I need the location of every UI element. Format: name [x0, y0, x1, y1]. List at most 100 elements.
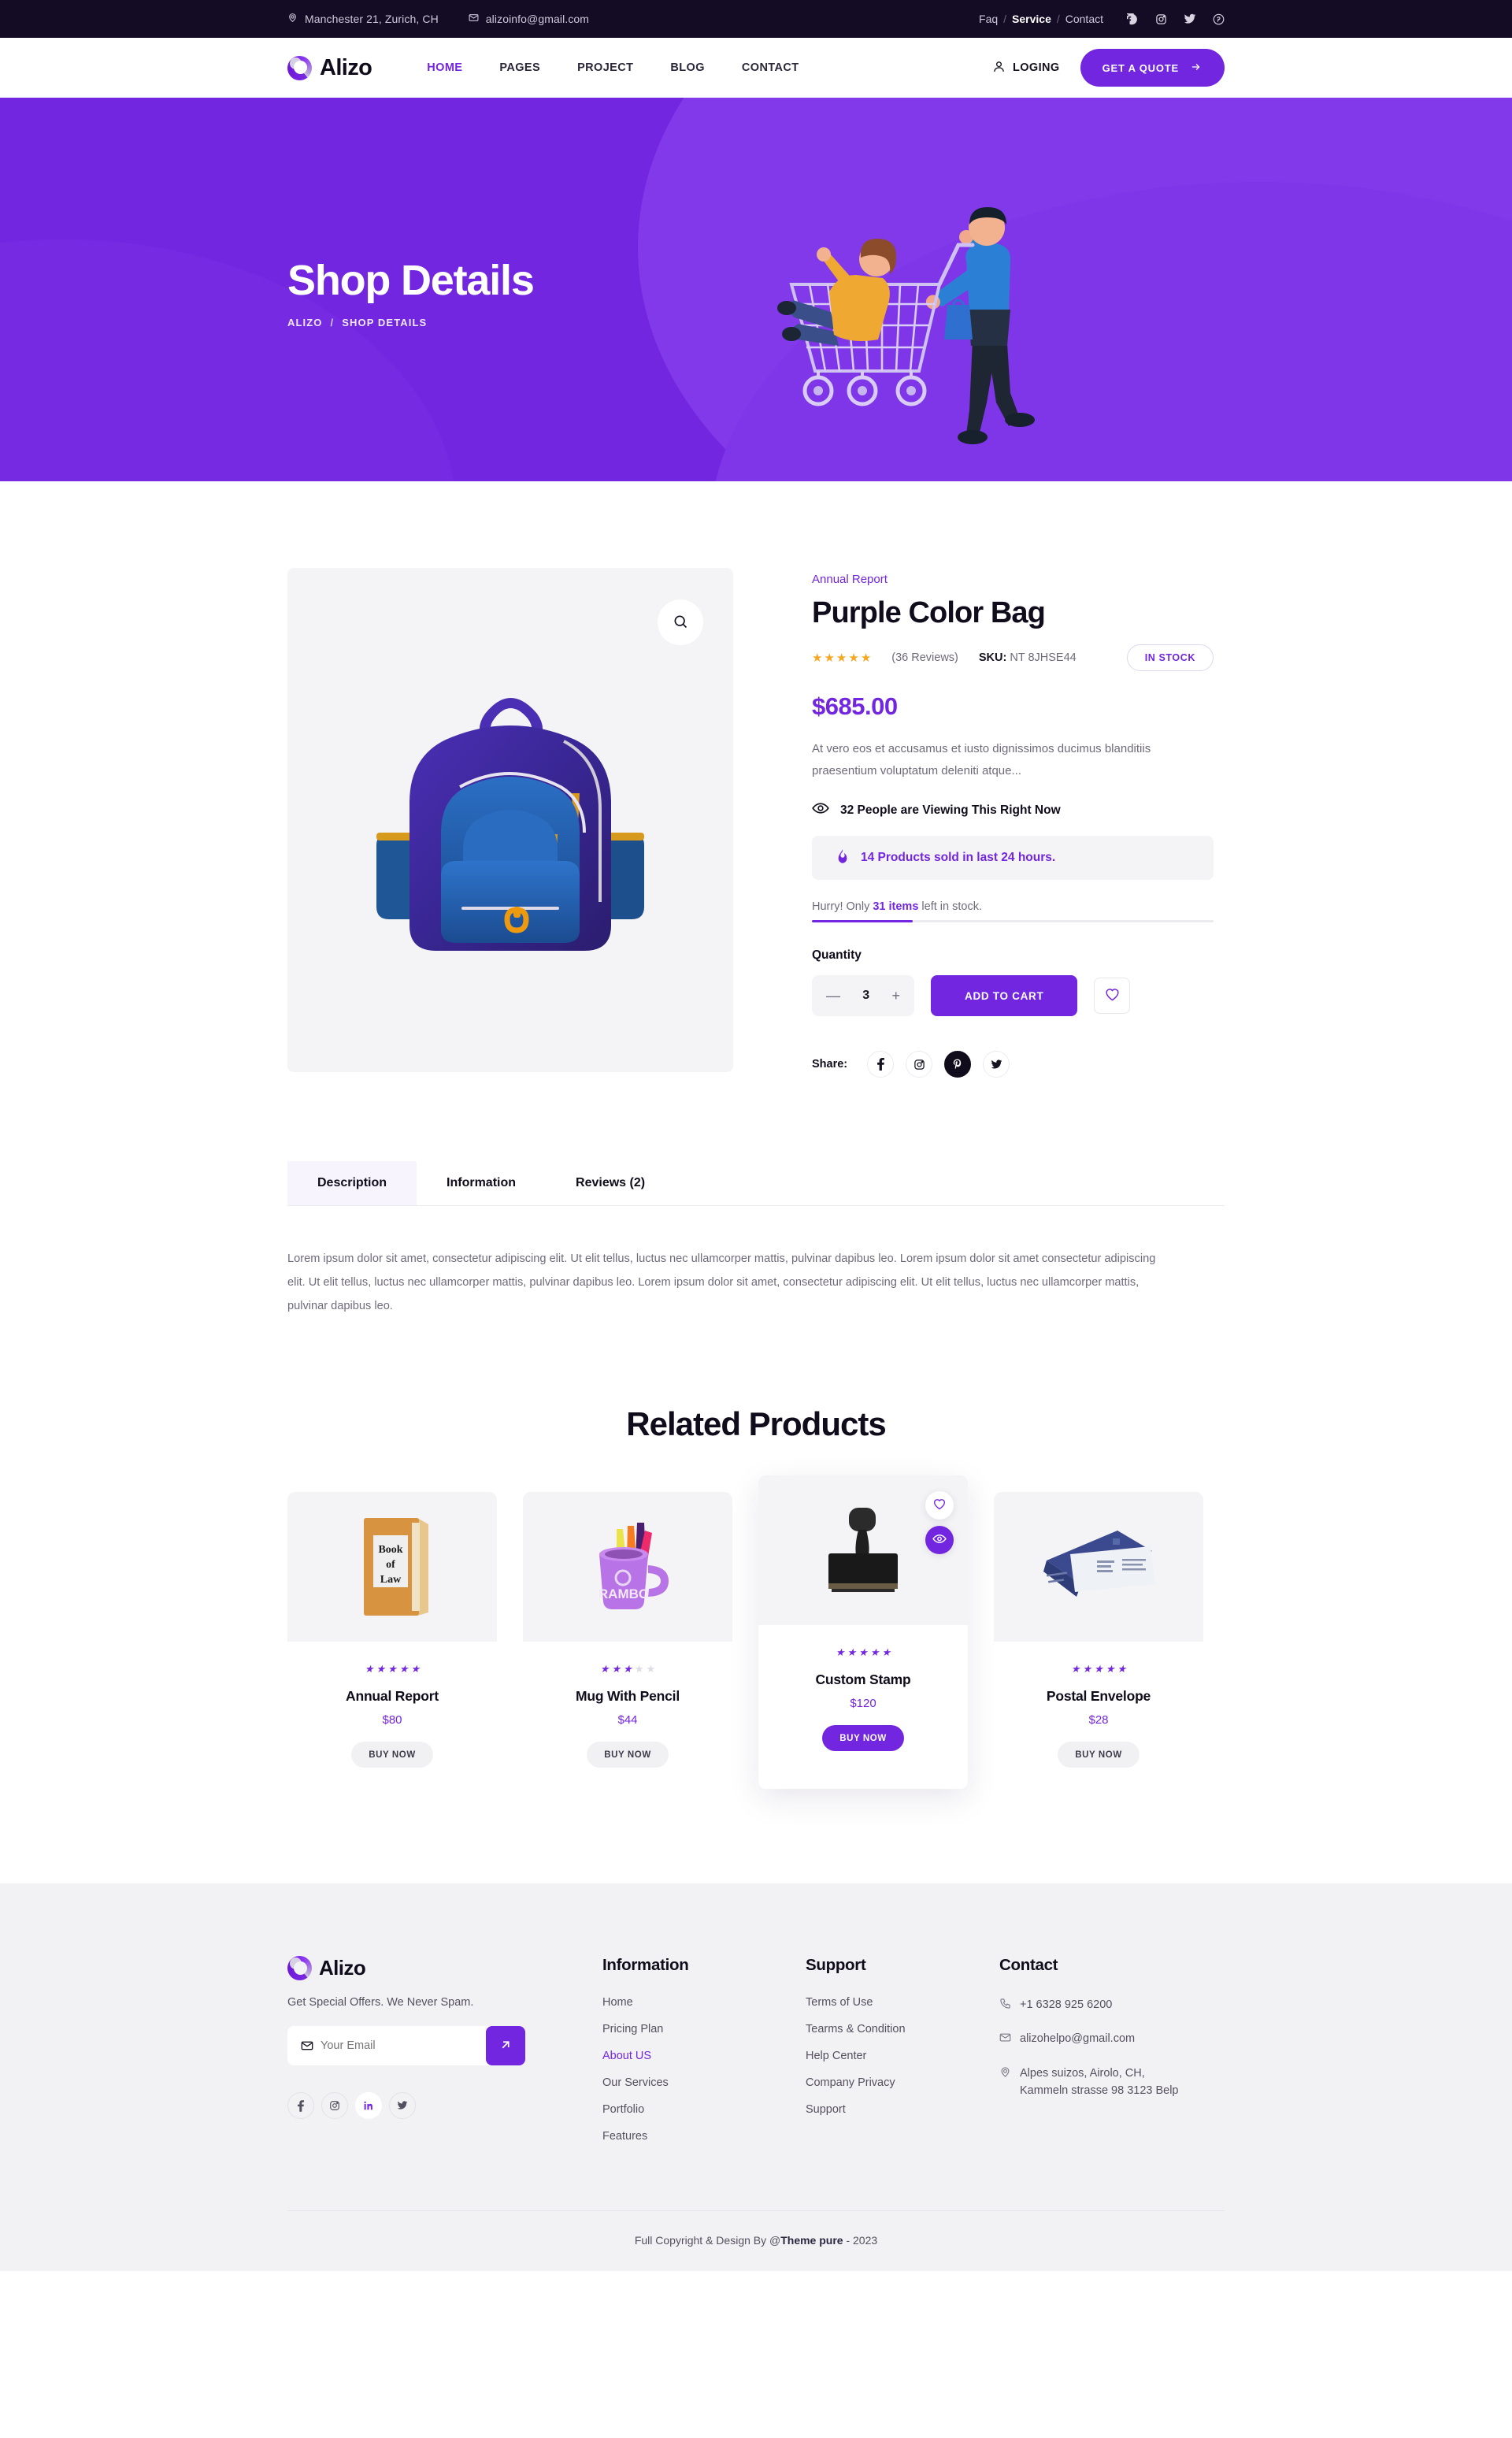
footer-link-support[interactable]: Support: [806, 2103, 999, 2116]
share-instagram-button[interactable]: [906, 1051, 933, 1078]
facebook-icon[interactable]: [287, 2092, 314, 2120]
product-card-name: Mug With Pencil: [576, 1688, 680, 1705]
svg-text:RAMBO: RAMBO: [598, 1586, 649, 1601]
footer-link-help-center[interactable]: Help Center: [806, 2050, 999, 2062]
footer-link-pricing-plan[interactable]: Pricing Plan: [602, 2023, 806, 2035]
logo[interactable]: Alizo: [287, 55, 372, 81]
instagram-icon[interactable]: [321, 2092, 348, 2120]
tab-description[interactable]: Description: [287, 1161, 417, 1206]
footer-address-text: Alpes suizos, Airolo, CH, Kammeln strass…: [1020, 2066, 1179, 2098]
footer-link-our-services[interactable]: Our Services: [602, 2076, 806, 2089]
breadcrumb: ALIZO / SHOP DETAILS: [287, 317, 534, 328]
linkedin-icon[interactable]: [355, 2092, 382, 2120]
footer-link-features[interactable]: Features: [602, 2130, 806, 2143]
product-card-rating: ★ ★ ★ ★ ★: [364, 1663, 421, 1675]
email-input[interactable]: [321, 2039, 462, 2053]
footer-social: [287, 2092, 602, 2120]
copyright-brand[interactable]: Theme pure: [780, 2234, 843, 2247]
footer-contact-phone[interactable]: +1 6328 925 6200: [999, 1996, 1225, 2015]
tab-information[interactable]: Information: [417, 1161, 546, 1205]
top-bar-link-faq[interactable]: Faq: [979, 13, 998, 25]
stock-progress-bar: [812, 920, 1214, 923]
rambo-mug-image: RAMBO: [598, 1523, 669, 1610]
breadcrumb-separator: /: [330, 317, 335, 329]
footer-link-portfolio[interactable]: Portfolio: [602, 2103, 806, 2116]
footer-link-terms-of-use[interactable]: Terms of Use: [806, 1996, 999, 2009]
site-header: Alizo HOME PAGES PROJECT BLOG CONTACT LO…: [0, 38, 1512, 98]
nav-item-contact[interactable]: CONTACT: [742, 61, 799, 74]
top-bar-email[interactable]: alizoinfo@gmail.com: [469, 13, 589, 25]
site-footer: Alizo Get Special Offers. We Never Spam.: [0, 1883, 1512, 2272]
tab-reviews[interactable]: Reviews (2): [546, 1161, 675, 1205]
buy-now-button[interactable]: BUY NOW: [351, 1742, 433, 1768]
nav-item-home[interactable]: HOME: [427, 61, 462, 74]
share-row: Share:: [812, 1051, 1214, 1078]
footer-link-terms-condition[interactable]: Tearms & Condition: [806, 2023, 999, 2035]
wishlist-icon-button[interactable]: [925, 1491, 954, 1520]
product-reviews-count[interactable]: (36 Reviews): [891, 651, 958, 664]
get-a-quote-button[interactable]: GET A QUOTE: [1080, 49, 1225, 87]
status-badge: IN STOCK: [1126, 644, 1214, 671]
product-card[interactable]: RAMBO ★ ★ ★ ★ ★ Mug With Pencil $44 BUY NOW: [523, 1492, 732, 1789]
login-button[interactable]: LOGING: [992, 60, 1060, 76]
footer-link-home[interactable]: Home: [602, 1996, 806, 2009]
products-sold-banner: 14 Products sold in last 24 hours.: [812, 836, 1214, 881]
top-bar-sep-1: /: [1003, 13, 1007, 25]
nav-item-project[interactable]: PROJECT: [577, 61, 633, 74]
nav-item-blog[interactable]: BLOG: [670, 61, 705, 74]
footer-contact-email[interactable]: alizohelpo@gmail.com: [999, 2030, 1225, 2049]
buy-now-button[interactable]: BUY NOW: [822, 1725, 904, 1752]
zoom-image-button[interactable]: [658, 599, 703, 645]
product-card-name: Custom Stamp: [815, 1672, 911, 1688]
quantity-stepper[interactable]: — 3 +: [812, 975, 914, 1017]
quantity-decrease-button[interactable]: —: [826, 988, 840, 1004]
product-info: Annual Report Purple Color Bag ★ ★ ★ ★ ★ (36…: [812, 568, 1214, 1078]
product-category[interactable]: Annual Report: [812, 573, 1214, 586]
svg-text:Law: Law: [380, 1574, 402, 1586]
quantity-increase-button[interactable]: +: [891, 988, 900, 1004]
shopping-cart-illustration: [736, 143, 1075, 481]
footer-tagline: Get Special Offers. We Never Spam.: [287, 1996, 474, 2009]
buy-now-button[interactable]: BUY NOW: [1058, 1742, 1140, 1768]
subscribe-button[interactable]: [486, 2026, 525, 2066]
add-to-wishlist-button[interactable]: [1094, 978, 1131, 1015]
product-rating-stars: ★ ★ ★ ★ ★: [812, 651, 872, 665]
footer-logo[interactable]: Alizo: [287, 1956, 602, 1981]
breadcrumb-home[interactable]: ALIZO: [287, 317, 323, 328]
share-facebook-button[interactable]: [867, 1051, 895, 1078]
brand-name: Alizo: [320, 54, 372, 80]
footer-divider: Full Copyright & Design By @Theme pure -…: [287, 2210, 1225, 2271]
twitter-icon[interactable]: [389, 2092, 416, 2120]
top-bar-link-contact[interactable]: Contact: [1065, 13, 1103, 25]
purchase-row: — 3 + ADD TO CART: [812, 975, 1214, 1017]
heart-icon: [1105, 988, 1120, 1004]
buy-now-button[interactable]: BUY NOW: [587, 1742, 669, 1768]
product-card[interactable]: ★ ★ ★ ★ ★ Custom Stamp $120 BUY NOW: [758, 1475, 968, 1790]
quote-label: GET A QUOTE: [1102, 61, 1179, 74]
rubber-stamp-image: [828, 1508, 898, 1593]
product-name: Purple Color Bag: [812, 596, 1046, 629]
nav-item-pages[interactable]: PAGES: [499, 61, 540, 74]
quick-view-icon-button[interactable]: [925, 1526, 954, 1555]
people-viewing: 32 People are Viewing This Right Now: [812, 802, 1214, 818]
footer-link-about-us[interactable]: About US: [602, 2050, 806, 2062]
footer-brand-name: Alizo: [319, 1956, 366, 1980]
twitter-icon[interactable]: [1184, 13, 1196, 25]
alizo-logo-icon: [287, 1956, 312, 1981]
instagram-icon[interactable]: [1155, 13, 1167, 25]
share-pinterest-button[interactable]: [944, 1051, 972, 1078]
breadcrumb-current: SHOP DETAILS: [342, 317, 428, 329]
footer-link-company-privacy[interactable]: Company Privacy: [806, 2076, 999, 2089]
pinterest-icon[interactable]: [1213, 13, 1225, 25]
add-to-cart-button[interactable]: ADD TO CART: [931, 975, 1078, 1017]
footer-phone-text: +1 6328 925 6200: [1020, 1998, 1113, 2012]
tab-panel-description: Lorem ipsum dolor sit amet, consectetur …: [287, 1252, 1156, 1313]
top-bar-social: [1127, 13, 1225, 25]
quantity-value: 3: [862, 989, 870, 1003]
product-card[interactable]: Book of Law ★ ★ ★ ★ ★ Annual Report $80 BUY …: [287, 1492, 497, 1789]
footer-information-column: Information Home Pricing Plan About US O…: [602, 1956, 806, 2143]
top-bar-link-service[interactable]: Service: [1012, 13, 1051, 25]
share-twitter-button[interactable]: [983, 1051, 1010, 1078]
product-card[interactable]: ★ ★ ★ ★ ★ Postal Envelope $28 BUY NOW: [994, 1492, 1203, 1789]
facebook-icon[interactable]: [1127, 13, 1139, 25]
